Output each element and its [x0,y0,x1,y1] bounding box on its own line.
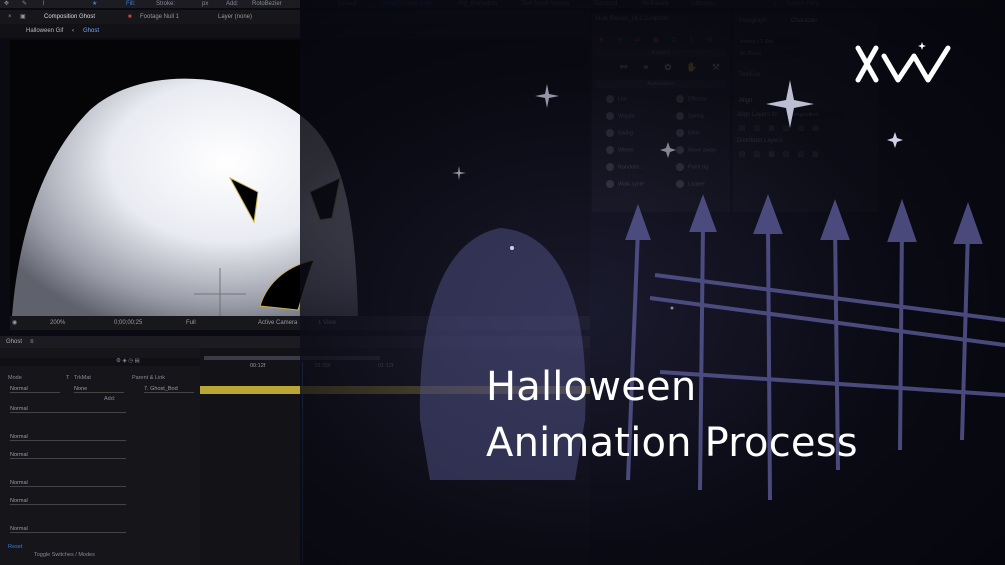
xw-logo [855,45,951,83]
logo-sparkle [918,42,926,50]
halloween-scene [419,42,1005,501]
video-title-line2: Animation Process [486,420,858,466]
video-title-line1: Halloween [486,364,697,410]
